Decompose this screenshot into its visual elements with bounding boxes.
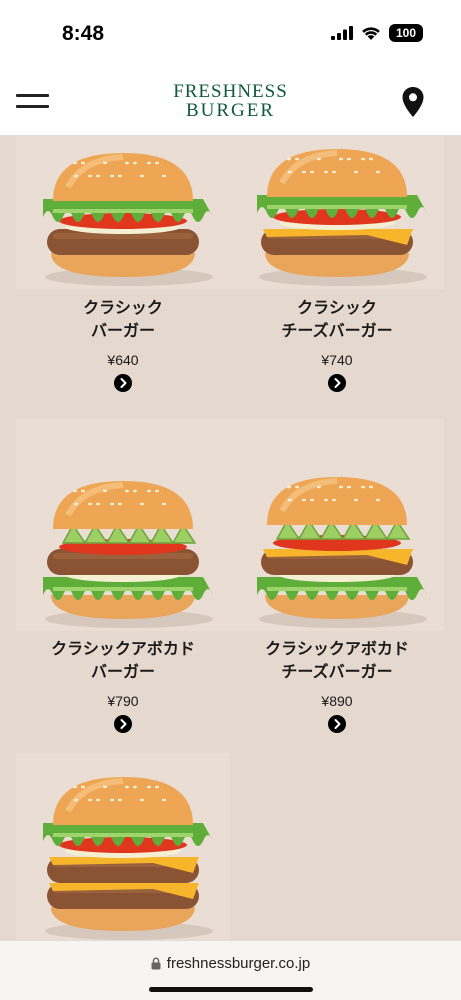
status-icons: 100 [331, 24, 423, 42]
product-card[interactable]: クラシックアボカド チーズバーガー ¥890 [230, 419, 444, 735]
product-detail-button[interactable] [328, 715, 346, 733]
brand-logo[interactable]: FRESHNESS BURGER [0, 82, 461, 120]
product-detail-button[interactable] [114, 715, 132, 733]
chevron-right-icon [120, 378, 127, 388]
product-image[interactable] [16, 753, 230, 940]
product-name[interactable]: クラシックアボカド チーズバーガー [230, 637, 444, 683]
burger-illustration [257, 149, 427, 286]
lock-icon [151, 957, 161, 970]
chevron-right-icon [120, 719, 127, 729]
logo-line-1: FRESHNESS [173, 81, 288, 102]
battery-indicator: 100 [389, 24, 423, 42]
product-card[interactable]: クラシックアボカド バーガー ¥790 [16, 419, 230, 735]
product-name[interactable]: クラシックアボカド バーガー [16, 637, 230, 683]
home-indicator [149, 987, 313, 992]
location-pin-icon[interactable] [401, 86, 425, 118]
product-name[interactable]: クラシック チーズバーガー [230, 296, 444, 342]
url-text: freshnessburger.co.jp [166, 955, 311, 972]
chevron-right-icon [334, 378, 341, 388]
product-card[interactable]: クラシック バーガー ¥640 [16, 136, 230, 394]
status-time: 8:48 [62, 22, 105, 45]
chevron-right-icon [334, 719, 341, 729]
signal-icon [331, 26, 353, 40]
product-image[interactable] [16, 419, 230, 631]
product-image[interactable] [16, 136, 230, 289]
burger-illustration [43, 777, 213, 940]
product-grid: クラシック バーガー ¥640 クラシック チーズバーガー ¥740 クラシックアボカド… [0, 136, 461, 940]
site-header: FRESHNESS BURGER [0, 66, 461, 136]
burger-illustration [43, 481, 213, 628]
product-price: ¥740 [321, 352, 353, 368]
burger-illustration [257, 477, 427, 628]
product-image[interactable] [230, 419, 444, 631]
browser-address-bar[interactable]: freshnessburger.co.jp [0, 940, 461, 1000]
burger-illustration [43, 153, 213, 286]
url-display[interactable]: freshnessburger.co.jp [0, 955, 461, 972]
product-image[interactable] [230, 136, 444, 289]
product-price: ¥640 [107, 352, 139, 368]
product-card[interactable] [16, 753, 230, 940]
status-bar: 8:48 100 [0, 0, 461, 66]
product-card[interactable]: クラシック チーズバーガー ¥740 [230, 136, 444, 394]
product-detail-button[interactable] [114, 374, 132, 392]
product-price: ¥890 [321, 693, 353, 709]
product-price: ¥790 [107, 693, 139, 709]
product-name[interactable]: クラシック バーガー [16, 296, 230, 342]
logo-line-2: BURGER [185, 100, 276, 121]
product-detail-button[interactable] [328, 374, 346, 392]
wifi-icon [362, 26, 380, 40]
